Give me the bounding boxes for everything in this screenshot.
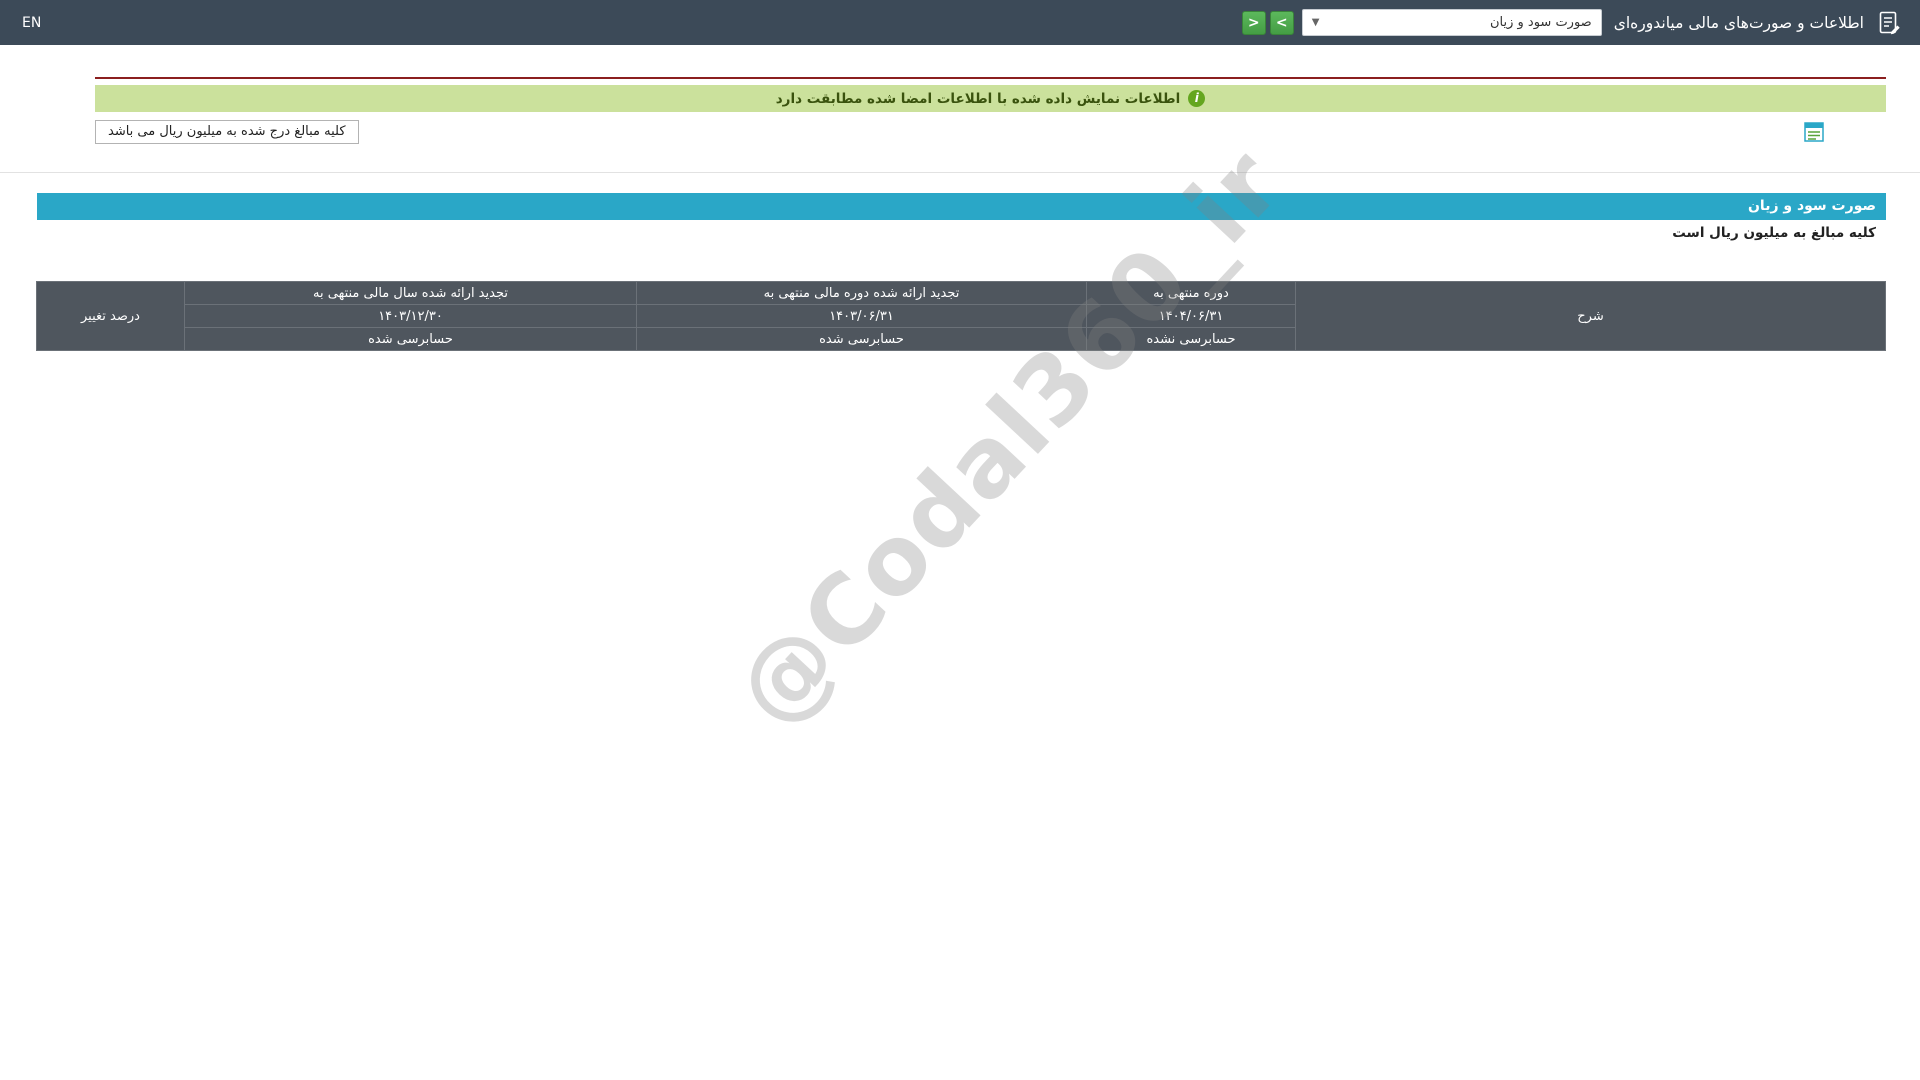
million-rial-note: کلیه مبالغ درج شده به میلیون ریال می باش… — [95, 120, 359, 144]
col-header-restated-year-date: ۱۴۰۳/۱۲/۳۰ — [184, 304, 637, 328]
statement-section: صورت سود و زیان کلیه مبالغ به میلیون ریا… — [36, 128, 1886, 748]
statement-unit-note: کلیه مبالغ به میلیون ریال است — [37, 220, 1886, 247]
export-report-icon[interactable] — [1804, 122, 1824, 142]
col-header-restated-period-date: ۱۴۰۳/۰۶/۳۱ — [636, 304, 1087, 328]
signature-match-alert: i اطلاعات نمایش داده شده با اطلاعات امضا… — [95, 85, 1886, 112]
prev-statement-button[interactable]: < — [1241, 10, 1266, 35]
col-header-description: شرح — [1295, 281, 1886, 351]
top-navigation-bar: اطلاعات و صورت‌های مالی میاندوره‌ای صورت… — [0, 0, 1920, 45]
col-header-restated-year-audit: حسابرسی شده — [184, 327, 637, 351]
report-form-icon — [1874, 8, 1904, 38]
statement-table-header: شرح دوره منتهی به تجدید ارائه شده دوره م… — [36, 281, 1886, 351]
col-header-current-audit: حسابرسی نشده — [1086, 327, 1296, 351]
statement-title-bar: صورت سود و زیان — [37, 193, 1886, 220]
col-header-current-date: ۱۴۰۴/۰۶/۳۱ — [1086, 304, 1296, 328]
million-note-row: کلیه مبالغ درج شده به میلیون ریال می باش… — [95, 120, 1886, 144]
income-statement-table: شرح دوره منتهی به تجدید ارائه شده دوره م… — [36, 281, 1886, 351]
next-statement-button[interactable]: > — [1269, 10, 1294, 35]
statement-type-select[interactable]: صورت سود و زیان ▼ — [1301, 9, 1602, 36]
col-header-pct-change: درصد تغییر — [36, 281, 185, 351]
col-header-restated-period-audit: حسابرسی شده — [636, 327, 1087, 351]
col-header-restated-year-title: تجدید ارائه شده سال مالی منتهی به — [184, 281, 637, 305]
info-icon: i — [1188, 90, 1206, 107]
statement-wrap: صورت سود و زیان کلیه مبالغ به میلیون ریا… — [0, 128, 1920, 748]
page-title: اطلاعات و صورت‌های مالی میاندوره‌ای — [1613, 13, 1864, 32]
col-header-current-title: دوره منتهی به — [1086, 281, 1296, 305]
signature-match-text: اطلاعات نمایش داده شده با اطلاعات امضا ش… — [775, 90, 1181, 107]
statement-type-select-value: صورت سود و زیان — [1489, 15, 1592, 30]
chevron-down-icon: ▼ — [1311, 17, 1320, 28]
company-info-panel — [95, 67, 1886, 79]
col-header-restated-period-title: تجدید ارائه شده دوره مالی منتهی به — [636, 281, 1087, 305]
language-toggle-en[interactable]: EN — [22, 15, 41, 31]
